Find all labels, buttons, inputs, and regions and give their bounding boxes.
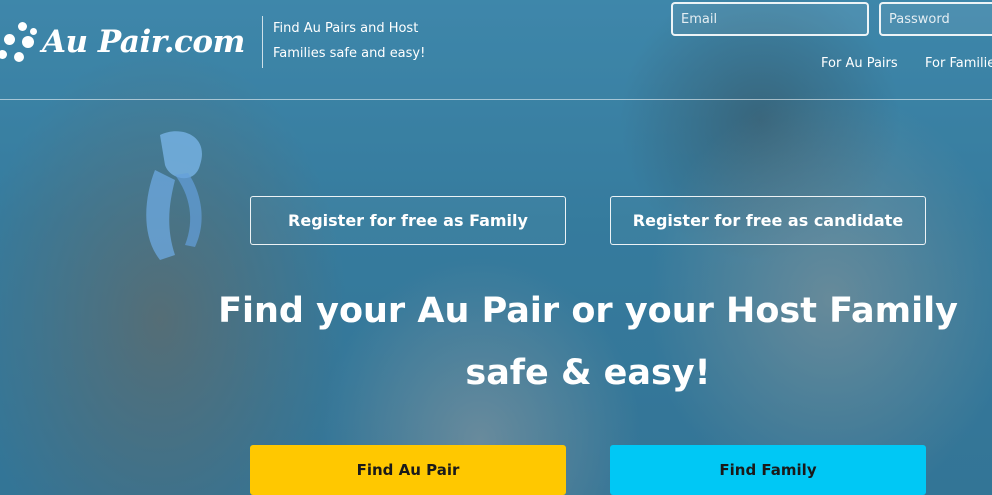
headline-line-1: Find your Au Pair or your Host Family — [218, 291, 958, 331]
password-input[interactable] — [879, 2, 992, 36]
nav-link-for-au-pairs[interactable]: For Au Pairs — [821, 56, 898, 71]
logo-dots-icon — [0, 14, 42, 70]
email-input[interactable] — [671, 2, 869, 36]
nav-link-for-families[interactable]: For Families — [925, 56, 992, 71]
hero-headline: Find your Au Pair or your Host Family sa… — [180, 280, 992, 404]
find-au-pair-button[interactable]: Find Au Pair — [250, 445, 566, 495]
find-family-button[interactable]: Find Family — [610, 445, 926, 495]
site-header: Au Pair.com Find Au Pairs and Host Famil… — [0, 0, 992, 100]
headline-line-2: safe & easy! — [465, 353, 711, 393]
register-candidate-button[interactable]: Register for free as candidate — [610, 196, 926, 245]
tagline-line-1: Find Au Pairs and Host — [273, 21, 419, 36]
logo-text: Au Pair.com — [42, 24, 245, 60]
hair-bow-image — [146, 131, 202, 260]
site-logo[interactable]: Au Pair.com — [0, 14, 245, 70]
tagline-line-2: Families safe and easy! — [273, 46, 426, 61]
site-tagline: Find Au Pairs and Host Families safe and… — [262, 16, 452, 68]
register-family-button[interactable]: Register for free as Family — [250, 196, 566, 245]
